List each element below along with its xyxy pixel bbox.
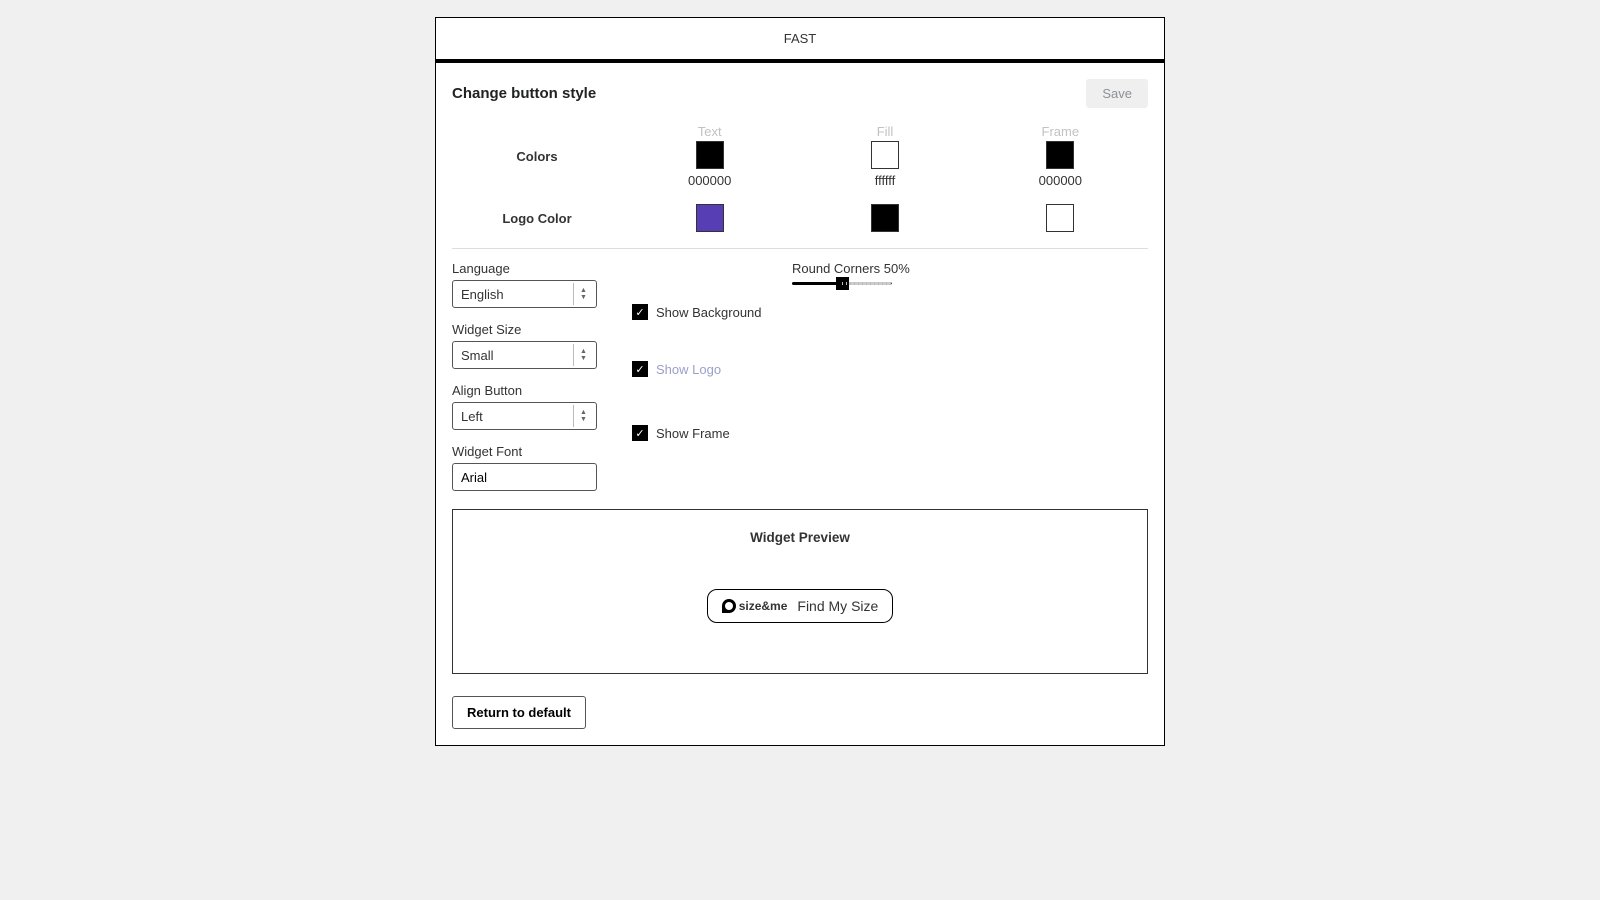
color-text-cell: Text 000000 [622,124,797,188]
widget-logo: size&me [722,599,788,613]
logo-color-label: Logo Color [452,211,622,226]
color-frame-value: 000000 [1039,173,1082,188]
content: Change button style Save Colors Text 000… [436,63,1164,745]
show-logo-checkbox[interactable]: ✓ [632,361,648,377]
round-corners-label: Round Corners 50% [792,261,1148,276]
color-frame-heading: Frame [1042,124,1080,139]
widget-brand-text: size&me [739,599,788,613]
language-label: Language [452,261,612,276]
language-select-value: English [452,280,597,308]
widget-size-label: Widget Size [452,322,612,337]
color-frame-cell: Frame 000000 [973,124,1148,188]
logo-color-a-swatch[interactable] [696,204,724,232]
show-frame-label: Show Frame [656,426,730,441]
color-text-swatch[interactable] [696,141,724,169]
color-text-heading: Text [698,124,722,139]
widget-size-select-value: Small [452,341,597,369]
logo-color-c-cell [973,204,1148,232]
logo-color-c-swatch[interactable] [1046,204,1074,232]
color-fill-cell: Fill ffffff [797,124,972,188]
widget-preview-title: Widget Preview [453,530,1147,545]
logo-color-b-cell [797,204,972,232]
controls-col-left: Language English ▲▼ Widget Size Small ▲▼… [452,261,612,491]
tab-fast[interactable]: FAST [784,31,817,46]
colors-row: Colors Text 000000 Fill ffffff Frame 000… [452,124,1148,188]
tab-underline [436,60,1164,63]
show-background-label: Show Background [656,305,762,320]
logo-color-b-swatch[interactable] [871,204,899,232]
logo-color-row: Logo Color [452,204,1148,232]
save-button[interactable]: Save [1086,79,1148,108]
show-logo-label: Show Logo [656,362,721,377]
settings-card: FAST Change button style Save Colors Tex… [435,17,1165,746]
color-frame-swatch[interactable] [1046,141,1074,169]
show-logo-row: ✓ Show Logo [632,337,772,401]
show-frame-checkbox[interactable]: ✓ [632,425,648,441]
color-text-value: 000000 [688,173,731,188]
color-fill-heading: Fill [877,124,894,139]
align-field: Align Button Left ▲▼ [452,383,612,430]
font-label: Widget Font [452,444,612,459]
widget-size-select[interactable]: Small ▲▼ [452,341,597,369]
divider [452,248,1148,249]
return-default-button[interactable]: Return to default [452,696,586,729]
show-background-row: ✓ Show Background [632,287,772,337]
show-background-checkbox[interactable]: ✓ [632,304,648,320]
logo-color-a-cell [622,204,797,232]
align-select[interactable]: Left ▲▼ [452,402,597,430]
font-field: Widget Font [452,444,612,491]
controls-col-right: Round Corners 50% [792,261,1148,491]
language-field: Language English ▲▼ [452,261,612,308]
colors-label: Colors [452,149,622,164]
controls-col-mid: ✓ Show Background ✓ Show Logo ✓ Show Fra… [632,261,772,491]
color-fill-swatch[interactable] [871,141,899,169]
colors-section: Colors Text 000000 Fill ffffff Frame 000… [452,124,1148,232]
widget-preview-button[interactable]: size&me Find My Size [707,589,894,623]
align-label: Align Button [452,383,612,398]
widget-size-field: Widget Size Small ▲▼ [452,322,612,369]
align-select-value: Left [452,402,597,430]
brand-icon [722,599,736,613]
show-frame-row: ✓ Show Frame [632,401,772,465]
widget-preview-box: Widget Preview size&me Find My Size [452,509,1148,674]
font-input[interactable] [452,463,597,491]
slider-thumb[interactable] [836,277,849,290]
tab-bar: FAST [436,18,1164,60]
widget-cta-text: Find My Size [797,598,878,614]
round-corners-slider[interactable] [792,282,892,285]
color-fill-value: ffffff [875,173,896,188]
header-row: Change button style Save [452,79,1148,108]
controls-row: Language English ▲▼ Widget Size Small ▲▼… [452,261,1148,491]
page-title: Change button style [452,85,596,102]
language-select[interactable]: English ▲▼ [452,280,597,308]
